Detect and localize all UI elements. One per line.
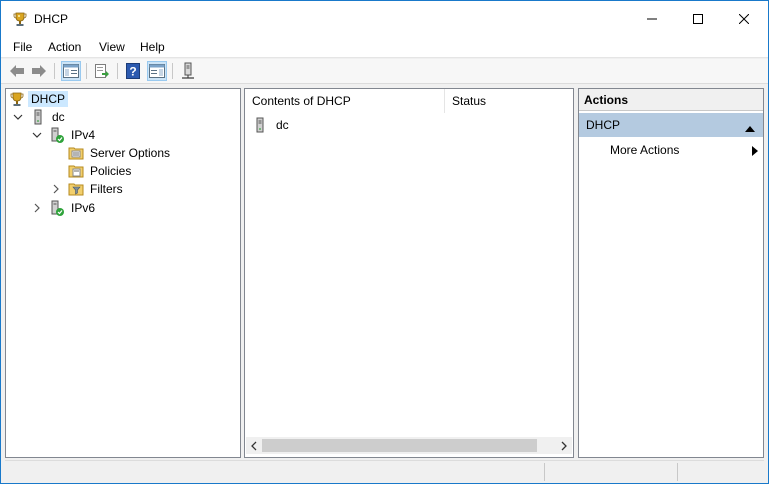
dhcp-trophy-icon [12, 11, 28, 27]
horizontal-scrollbar[interactable] [246, 437, 572, 454]
tree-item-dc[interactable]: dc [12, 108, 68, 126]
options-folder-icon [68, 145, 84, 161]
actions-group-label: DHCP [586, 118, 621, 132]
tree-label: Policies [90, 164, 132, 178]
maximize-button[interactable] [675, 1, 721, 37]
minimize-button[interactable] [629, 1, 675, 37]
toolbar-separator [54, 63, 55, 79]
menu-bar: File Action View Help [1, 37, 768, 58]
tree-label: Server Options [90, 146, 171, 160]
more-actions-label: More Actions [610, 143, 680, 157]
tree-item-server-options[interactable]: Server Options [68, 144, 173, 162]
maximize-icon [693, 14, 703, 24]
close-icon [739, 14, 749, 24]
tree-label: dc [52, 110, 65, 124]
menu-help[interactable]: Help [140, 40, 165, 54]
show-hide-console-tree-button[interactable] [61, 61, 81, 81]
show-hide-console-tree-icon [63, 64, 79, 78]
server-icon [252, 117, 268, 133]
tree-label: IPv4 [71, 128, 96, 142]
scrollbar-thumb[interactable] [262, 439, 537, 452]
back-arrow-icon [10, 65, 24, 77]
list-item[interactable]: dc [252, 116, 289, 134]
result-pane[interactable]: Contents of DHCP Status dc [244, 88, 574, 458]
server-ok-icon [49, 200, 65, 216]
actions-header: Actions [579, 89, 763, 111]
mmc-window: DHCP File Action View Help ? DHCP dc IPv… [0, 0, 769, 484]
collapse-up-icon[interactable] [745, 121, 755, 135]
tree-label: Filters [90, 182, 123, 196]
tree-label: DHCP [28, 91, 69, 107]
forward-button[interactable] [29, 61, 49, 81]
chevron-down-icon[interactable] [31, 129, 43, 141]
chevron-right-icon[interactable] [31, 202, 43, 214]
column-header-status[interactable]: Status [445, 89, 573, 113]
show-hide-action-pane-button[interactable] [147, 61, 167, 81]
server-icon [182, 62, 194, 79]
export-list-button[interactable] [92, 61, 112, 81]
scroll-right-icon[interactable] [556, 437, 572, 454]
help-icon: ? [126, 63, 140, 79]
close-button[interactable] [721, 1, 767, 37]
list-item-name: dc [276, 118, 289, 132]
tree-item-ipv6[interactable]: IPv6 [31, 199, 98, 217]
server-ok-icon [49, 127, 65, 143]
toolbar-separator [117, 63, 118, 79]
more-actions-item[interactable]: More Actions [610, 141, 760, 159]
toolbar: ? [1, 59, 768, 84]
filter-folder-icon [68, 181, 84, 197]
window-title: DHCP [34, 12, 69, 26]
submenu-arrow-icon [752, 145, 758, 159]
dhcp-trophy-icon [9, 91, 25, 107]
status-bar [5, 460, 764, 482]
toolbar-separator [86, 63, 87, 79]
svg-text:?: ? [129, 65, 136, 79]
menu-view[interactable]: View [99, 40, 125, 54]
tree-item-dhcp[interactable]: DHCP [9, 90, 69, 108]
server-button[interactable] [178, 61, 198, 81]
minimize-icon [647, 18, 657, 20]
menu-action[interactable]: Action [48, 40, 81, 54]
chevron-down-icon[interactable] [12, 111, 24, 123]
console-tree-pane[interactable]: DHCP dc IPv4 Server Options Policies Fil… [5, 88, 241, 458]
tree-item-policies[interactable]: Policies [68, 162, 134, 180]
column-header-contents[interactable]: Contents of DHCP [245, 89, 445, 113]
show-hide-action-pane-icon [149, 64, 165, 78]
actions-group-dhcp[interactable]: DHCP [579, 113, 763, 137]
policies-folder-icon [68, 163, 84, 179]
menu-file[interactable]: File [13, 40, 32, 54]
help-button[interactable]: ? [123, 61, 143, 81]
status-cell [544, 463, 677, 481]
export-list-icon [95, 64, 109, 78]
tree-label: IPv6 [71, 201, 96, 215]
tree-item-ipv4[interactable]: IPv4 [31, 126, 98, 144]
toolbar-separator [172, 63, 173, 79]
status-cell [677, 463, 764, 481]
scroll-left-icon[interactable] [246, 437, 262, 454]
actions-pane: Actions DHCP More Actions [578, 88, 764, 458]
back-button[interactable] [7, 61, 27, 81]
title-bar[interactable]: DHCP [1, 1, 768, 37]
tree-item-filters[interactable]: Filters [50, 180, 126, 198]
server-icon [30, 109, 46, 125]
forward-arrow-icon [32, 65, 46, 77]
chevron-right-icon[interactable] [50, 183, 62, 195]
